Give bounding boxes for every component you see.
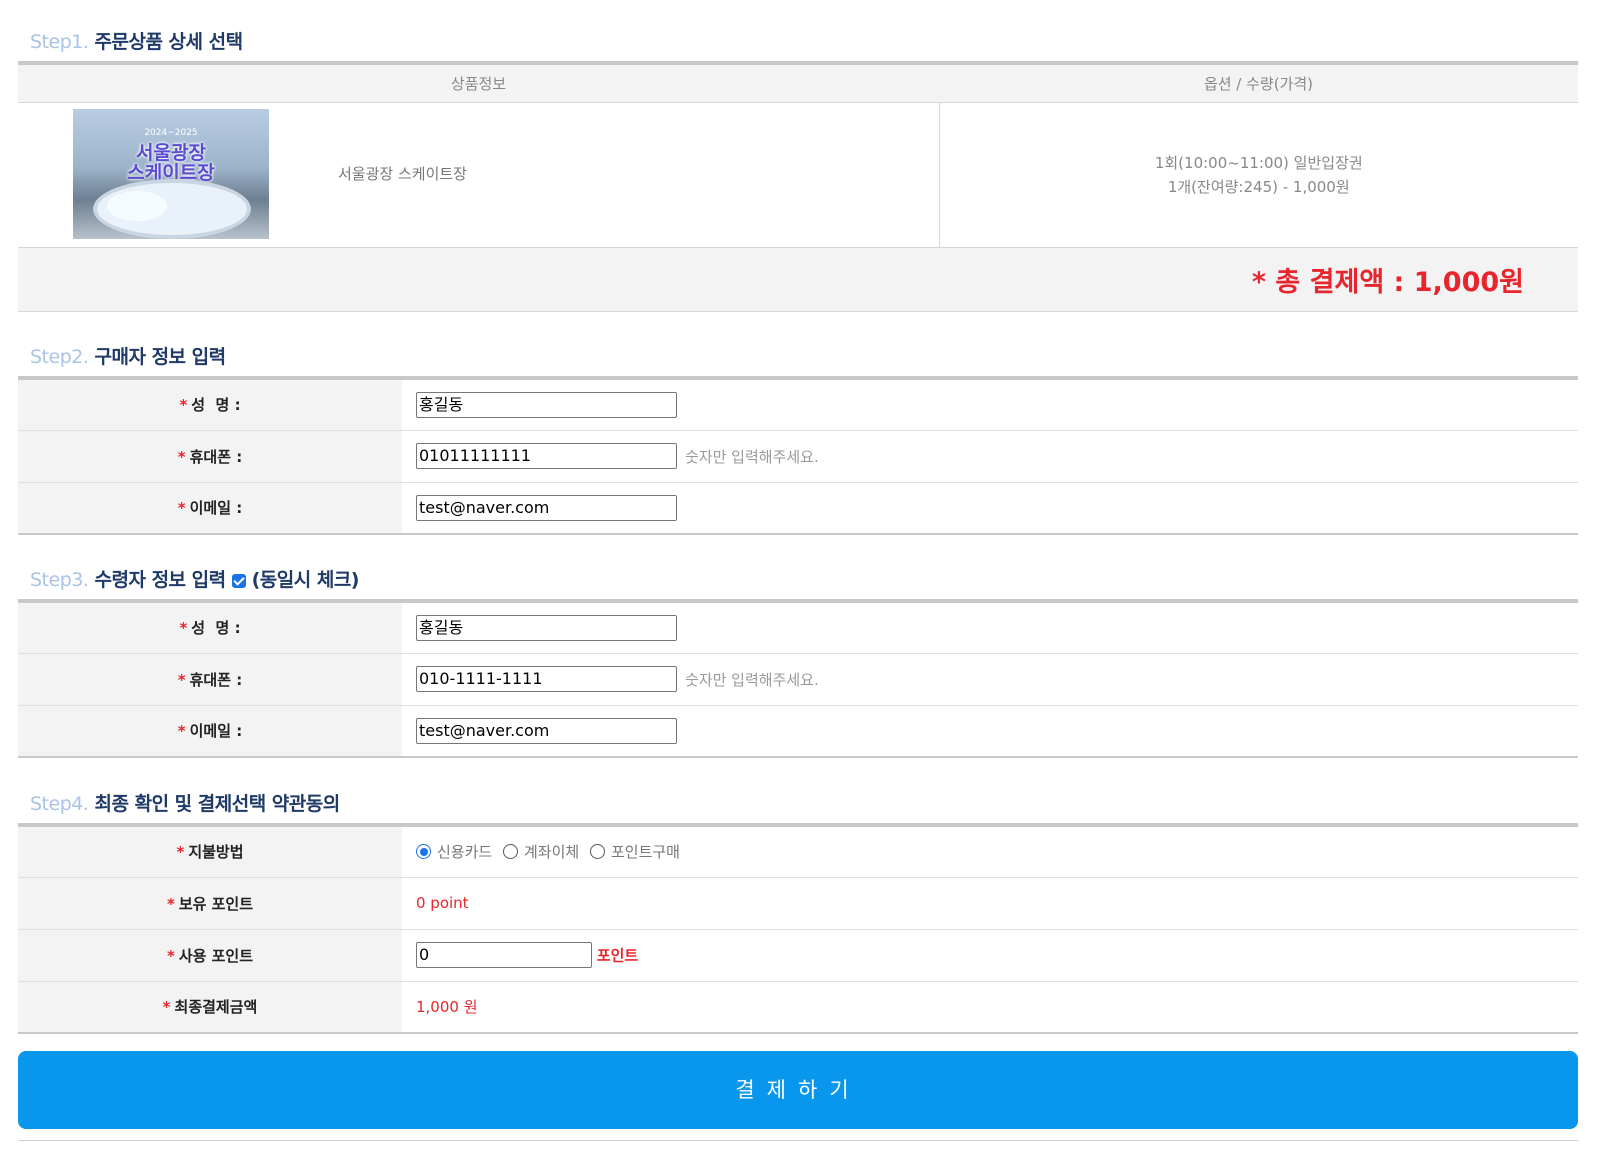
step3-heading: 수령자 정보 입력: [94, 569, 227, 591]
payment-table: * 지불방법 신용카드 계좌이체 포인트구매 * 보유 포인트 0 point * 사…: [18, 823, 1578, 1034]
step1-number: Step1.: [30, 31, 89, 53]
total-row: * 총 결제액 : 1,000원: [18, 247, 1578, 311]
use-points-row: * 사용 포인트 0 포인트: [18, 929, 1578, 981]
use-points-label: 사용 포인트: [178, 946, 254, 965]
buyer-email-input[interactable]: test@naver.com: [416, 494, 677, 521]
receiver-phone-input[interactable]: 010-1111-1111: [416, 666, 677, 692]
final-amount-row: * 최종결제금액 1,000 원: [18, 981, 1578, 1033]
radio-bank-transfer-label[interactable]: 계좌이체: [524, 843, 579, 861]
step2-title: Step2. 구매자 정보 입력: [30, 342, 226, 369]
radio-credit-card[interactable]: [416, 844, 431, 860]
pay-method-label: 지불방법: [188, 843, 244, 862]
product-name: 서울광장 스케이트장: [338, 164, 467, 183]
option-cell: 1회(10:00~11:00) 일반입장권 1개(잔여량:245) - 1,00…: [939, 102, 1578, 248]
receiver-email-input[interactable]: test@naver.com: [416, 717, 677, 744]
pay-button[interactable]: 결제하기: [18, 1051, 1578, 1129]
buyer-name-row: * 성 명 : 홍길동: [18, 378, 1578, 430]
radio-point-purchase[interactable]: [589, 844, 605, 860]
radio-point-purchase-label[interactable]: 포인트구매: [611, 843, 680, 861]
product-table-header: 상품정보 옵션 / 수량(가격): [18, 63, 1578, 102]
radio-bank-transfer[interactable]: [502, 844, 518, 860]
step2-number: Step2.: [30, 346, 89, 368]
receiver-email-label: 이메일 :: [189, 722, 243, 741]
step4-number: Step4.: [30, 793, 89, 815]
receiver-info-table: * 성 명 : 홍길동 * 휴대폰 : 010-1111-1111 숫자만 입력해주세…: [18, 599, 1578, 758]
buyer-email-row: * 이메일 : test@naver.com: [18, 482, 1578, 534]
same-as-buyer-label[interactable]: (동일시 체크): [252, 569, 360, 591]
product-info-cell: 2024~2025 서울광장 스케이트장 서울광장 스케이트장: [18, 102, 940, 248]
step1-title: Step1. 주문상품 상세 선택: [30, 27, 243, 54]
buyer-phone-input[interactable]: 01011111111: [416, 443, 677, 469]
buyer-phone-hint: 숫자만 입력해주세요.: [685, 447, 819, 466]
receiver-name-row: * 성 명 : 홍길동: [18, 601, 1578, 653]
product-row: 2024~2025 서울광장 스케이트장 서울광장 스케이트장 1회(10:00…: [18, 102, 1578, 248]
receiver-name-input[interactable]: 홍길동: [416, 614, 677, 641]
same-as-buyer-checkbox[interactable]: [231, 573, 246, 588]
use-points-unit: 포인트: [596, 946, 639, 965]
use-points-input[interactable]: 0: [416, 942, 592, 968]
receiver-phone-label: 휴대폰 :: [189, 670, 243, 689]
step1-heading: 주문상품 상세 선택: [94, 31, 244, 53]
receiver-name-label: 성 명 :: [191, 619, 241, 638]
thumbnail-logo: 2024~2025 서울광장 스케이트장: [127, 127, 215, 184]
step2-heading: 구매자 정보 입력: [94, 346, 227, 368]
receiver-phone-row: * 휴대폰 : 010-1111-1111 숫자만 입력해주세요.: [18, 653, 1578, 705]
step3-title: Step3. 수령자 정보 입력 (동일시 체크): [30, 565, 360, 592]
receiver-email-row: * 이메일 : test@naver.com: [18, 705, 1578, 757]
buyer-name-label: 성 명 :: [191, 396, 241, 415]
buyer-phone-label: 휴대폰 :: [189, 447, 243, 466]
col-product-info: 상품정보: [450, 74, 507, 93]
step4-title: Step4. 최종 확인 및 결제선택 약관동의: [30, 789, 340, 816]
final-amount-label: 최종결제금액: [174, 998, 258, 1017]
step3-number: Step3.: [30, 569, 89, 591]
held-points-row: * 보유 포인트 0 point: [18, 877, 1578, 929]
final-amount-value: 1,000 원: [416, 998, 478, 1017]
buyer-email-label: 이메일 :: [189, 499, 243, 518]
bottom-divider: [18, 1140, 1578, 1141]
radio-credit-card-label[interactable]: 신용카드: [437, 843, 492, 861]
option-quantity-price: 1개(잔여량:245) - 1,000원: [1167, 177, 1350, 196]
product-thumbnail: 2024~2025 서울광장 스케이트장: [73, 108, 269, 239]
order-product-table: 상품정보 옵션 / 수량(가격) 2024~2025 서울광장 스케이트장 서울…: [18, 61, 1578, 312]
option-session: 1회(10:00~11:00) 일반입장권: [1154, 153, 1363, 172]
receiver-phone-hint: 숫자만 입력해주세요.: [685, 670, 819, 689]
held-points-label: 보유 포인트: [178, 894, 254, 913]
total-amount: * 총 결제액 : 1,000원: [1251, 266, 1524, 298]
col-option-qty: 옵션 / 수량(가격): [1203, 74, 1314, 93]
step4-heading: 최종 확인 및 결제선택 약관동의: [94, 793, 341, 815]
buyer-info-table: * 성 명 : 홍길동 * 휴대폰 : 01011111111 숫자만 입력해주세요.…: [18, 376, 1578, 535]
buyer-name-input[interactable]: 홍길동: [416, 391, 677, 418]
held-points-value: 0 point: [416, 894, 469, 912]
pay-method-row: * 지불방법 신용카드 계좌이체 포인트구매: [18, 825, 1578, 877]
buyer-phone-row: * 휴대폰 : 01011111111 숫자만 입력해주세요.: [18, 430, 1578, 482]
